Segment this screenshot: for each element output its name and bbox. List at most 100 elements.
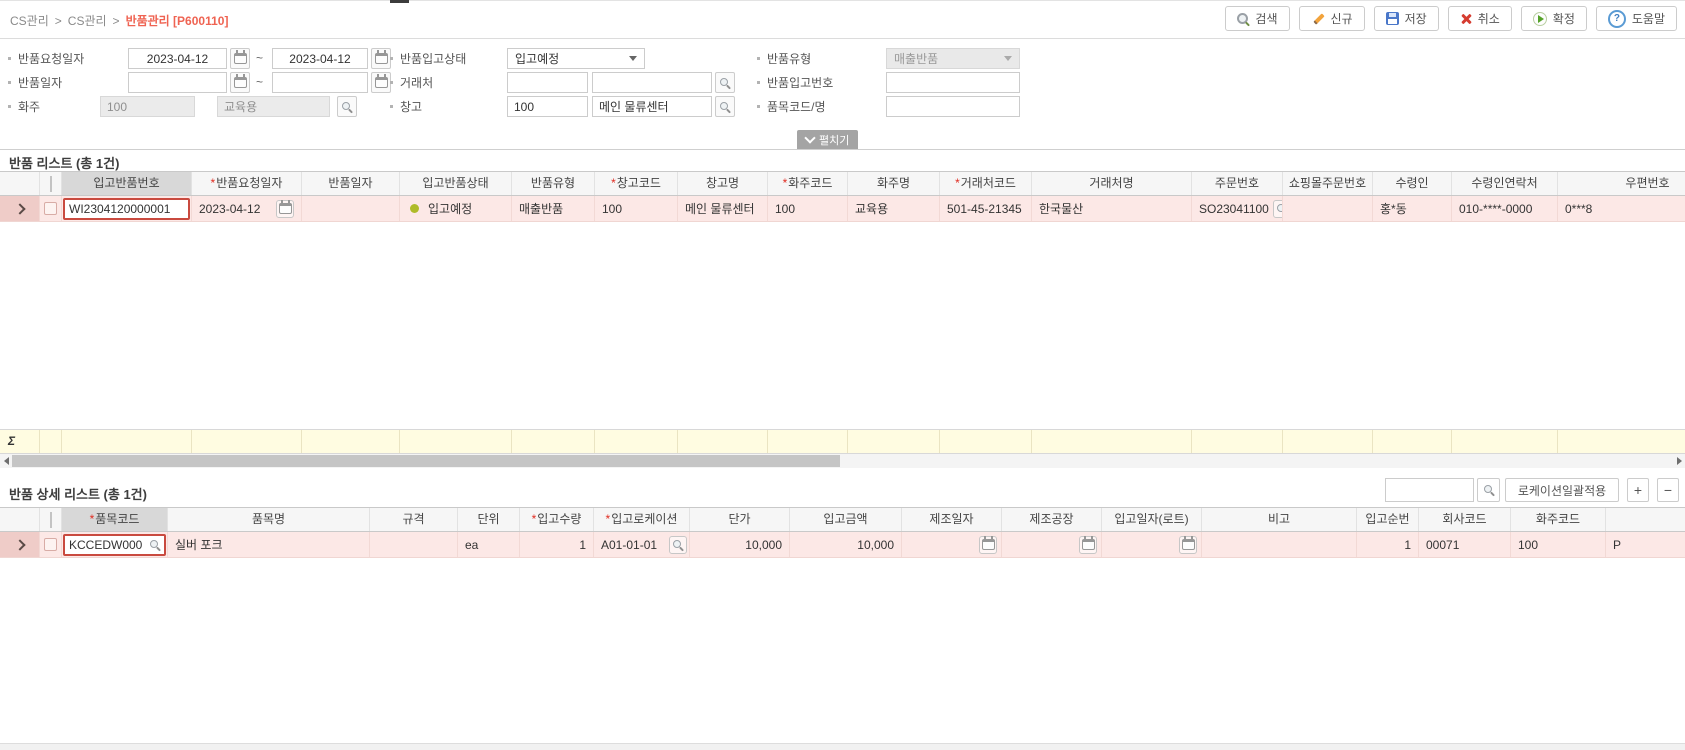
customer-search-button[interactable] — [715, 72, 735, 93]
detail-search-button[interactable] — [1477, 478, 1500, 502]
col-unit[interactable]: 단위 — [458, 508, 520, 531]
bottom-scrollbar-track[interactable] — [0, 743, 1685, 750]
cell-unit[interactable]: ea — [458, 532, 520, 557]
col-inbound-location[interactable]: *입고로케이션 — [594, 508, 690, 531]
col-return-date[interactable]: 반품일자 — [302, 172, 400, 195]
cell-warehouse-name[interactable]: 메인 물류센터 — [678, 196, 768, 221]
return-inbound-no-input[interactable] — [886, 72, 1020, 93]
col-company-code[interactable]: 회사코드 — [1419, 508, 1511, 531]
col-order-no[interactable]: 주문번호 — [1192, 172, 1283, 195]
cell-inbound-return-no[interactable]: WI2304120000001 — [62, 196, 192, 221]
cell-inbound-seq[interactable]: 1 — [1357, 532, 1419, 557]
detail-search-input[interactable] — [1385, 478, 1474, 502]
col-warehouse-name[interactable]: 창고명 — [678, 172, 768, 195]
col-unit-price[interactable]: 단가 — [690, 508, 790, 531]
cell-customer-code[interactable]: 501-45-21345 — [940, 196, 1032, 221]
grid1-horizontal-scrollbar[interactable] — [0, 454, 1685, 468]
detail-list-row[interactable]: KCCEDW000 실버 포크 ea 1 A01-01-01 10,000 10… — [0, 532, 1685, 558]
col-return-type[interactable]: 반품유형 — [512, 172, 595, 195]
cell-mall-order-no[interactable] — [1283, 196, 1373, 221]
col-mfg-date[interactable]: 제조일자 — [902, 508, 1002, 531]
col-receiver-contact[interactable]: 수령인연락처 — [1452, 172, 1558, 195]
cell-company-code[interactable]: 00071 — [1419, 532, 1511, 557]
row-checkbox[interactable] — [44, 202, 57, 215]
cell-unit-price[interactable]: 10,000 — [690, 532, 790, 557]
col-shipper-code[interactable]: 화주코드 — [1511, 508, 1606, 531]
customer-name-input[interactable] — [592, 72, 712, 93]
return-date-to-calendar-button[interactable] — [371, 72, 391, 93]
col-receiver[interactable]: 수령인 — [1373, 172, 1452, 195]
item-code-name-input[interactable] — [886, 96, 1020, 117]
return-request-date-to-input[interactable] — [272, 48, 368, 69]
cell-extra[interactable]: P — [1606, 532, 1685, 557]
remove-row-button[interactable]: − — [1657, 478, 1679, 502]
cancel-button[interactable]: 취소 — [1447, 6, 1512, 31]
scroll-left-button[interactable] — [0, 454, 12, 468]
cell-return-request-date[interactable]: 2023-04-12 — [192, 196, 302, 221]
col-inbound-date-lot[interactable]: 입고일자(로트) — [1102, 508, 1202, 531]
breadcrumb-item-2[interactable]: CS관리 — [68, 12, 107, 29]
select-all-checkbox[interactable] — [40, 172, 62, 195]
selected-cell[interactable]: WI2304120000001 — [63, 197, 190, 220]
cell-inbound-location[interactable]: A01-01-01 — [594, 532, 690, 557]
calendar-button[interactable] — [276, 199, 294, 218]
add-row-button[interactable]: + — [1627, 478, 1649, 502]
search-button[interactable]: 검색 — [1225, 6, 1290, 31]
col-shipper-code[interactable]: *화주코드 — [768, 172, 848, 195]
return-date-to-input[interactable] — [272, 72, 368, 93]
row-checkbox[interactable] — [44, 538, 57, 551]
cell-item-name[interactable]: 실버 포크 — [168, 532, 370, 557]
new-button[interactable]: 신규 — [1298, 6, 1365, 31]
return-list-row[interactable]: WI2304120000001 2023-04-12 입고예정 매출반품 100… — [0, 196, 1685, 222]
save-button[interactable]: 저장 — [1373, 6, 1439, 31]
col-zipcode[interactable]: 우편번호 — [1558, 172, 1685, 195]
col-warehouse-code[interactable]: *창고코드 — [595, 172, 678, 195]
cell-spec[interactable] — [370, 532, 458, 557]
cell-mfg-date[interactable] — [902, 532, 1002, 557]
return-request-date-from-input[interactable] — [128, 48, 227, 69]
col-inbound-return-status[interactable]: 입고반품상태 — [400, 172, 512, 195]
breadcrumb-item-1[interactable]: CS관리 — [10, 12, 49, 29]
row-checkbox-cell[interactable] — [40, 532, 62, 557]
expand-button[interactable]: 펼치기 — [797, 130, 859, 149]
scroll-right-button[interactable] — [1673, 454, 1685, 468]
calendar-button[interactable] — [1179, 535, 1197, 554]
cell-shipper-code[interactable]: 100 — [768, 196, 848, 221]
col-shipper-name[interactable]: 화주명 — [848, 172, 940, 195]
scrollbar-thumb[interactable] — [12, 455, 840, 467]
cell-return-type[interactable]: 매출반품 — [512, 196, 595, 221]
calendar-button[interactable] — [979, 535, 997, 554]
select-all-checkbox[interactable] — [40, 508, 62, 531]
row-checkbox-cell[interactable] — [40, 196, 62, 221]
col-return-request-date[interactable]: *반품요청일자 — [192, 172, 302, 195]
cell-order-no[interactable]: SO23041100 — [1192, 196, 1283, 221]
cell-warehouse-code[interactable]: 100 — [595, 196, 678, 221]
row-indicator[interactable] — [0, 196, 40, 221]
return-request-date-to-calendar-button[interactable] — [371, 48, 391, 69]
location-apply-button[interactable]: 로케이션일괄적용 — [1505, 478, 1619, 502]
cell-customer-name[interactable]: 한국물산 — [1032, 196, 1192, 221]
return-date-from-input[interactable] — [128, 72, 227, 93]
return-date-from-calendar-button[interactable] — [230, 72, 250, 93]
col-inbound-return-no[interactable]: 입고반품번호 — [62, 172, 192, 195]
col-mall-order-no[interactable]: 쇼핑몰주문번호 — [1283, 172, 1373, 195]
confirm-button[interactable]: 확정 — [1520, 6, 1587, 31]
col-item-name[interactable]: 품목명 — [168, 508, 370, 531]
col-customer-code[interactable]: *거래처코드 — [940, 172, 1032, 195]
selected-cell[interactable]: KCCEDW000 — [63, 533, 166, 556]
return-inbound-status-select[interactable]: 입고예정 — [507, 48, 645, 69]
order-search-button[interactable] — [1272, 199, 1282, 218]
search-icon[interactable] — [150, 539, 160, 550]
cell-shipper-name[interactable]: 교육용 — [848, 196, 940, 221]
location-search-button[interactable] — [669, 535, 687, 554]
warehouse-search-button[interactable] — [715, 96, 735, 117]
customer-code-input[interactable] — [507, 72, 588, 93]
col-inbound-amount[interactable]: 입고금액 — [790, 508, 902, 531]
cell-zipcode[interactable]: 0***8 — [1558, 196, 1685, 221]
calendar-button[interactable] — [1079, 535, 1097, 554]
cell-receiver-contact[interactable]: 010-****-0000 — [1452, 196, 1558, 221]
help-button[interactable]: ? 도움말 — [1595, 6, 1677, 31]
cell-shipper-code[interactable]: 100 — [1511, 532, 1606, 557]
col-spec[interactable]: 규격 — [370, 508, 458, 531]
cell-inbound-qty[interactable]: 1 — [520, 532, 594, 557]
